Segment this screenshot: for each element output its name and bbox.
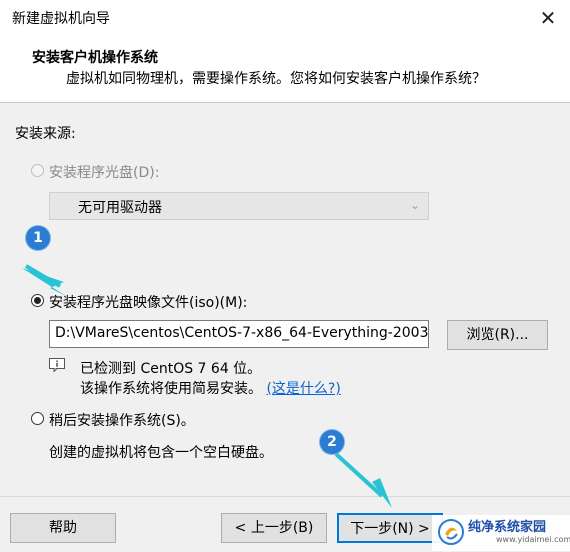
arrow-2-shaft bbox=[334, 452, 384, 498]
annotation-arrows bbox=[22, 264, 392, 508]
arrow-1-icon bbox=[22, 268, 66, 296]
watermark-text: 纯净系统家园 bbox=[468, 520, 547, 535]
watermark-url: www.yidaimei.com bbox=[496, 535, 570, 544]
arrow-2-icon bbox=[372, 478, 392, 508]
arrow-1-shaft bbox=[24, 264, 62, 288]
site-logo-icon bbox=[438, 519, 464, 545]
